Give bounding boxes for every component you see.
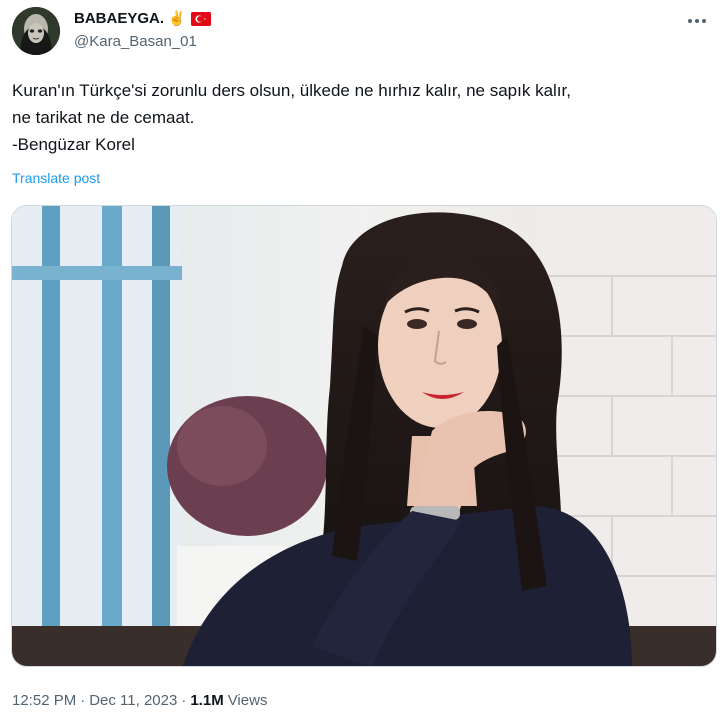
views-count: 1.1M (190, 692, 224, 709)
avatar[interactable] (12, 7, 60, 55)
author-name-row: BABAEYGA. ✌ (74, 10, 212, 27)
author-handle[interactable]: @Kara_Basan_01 (74, 33, 197, 50)
tweet-text-line: Kuran'ın Türkçe'si zorunlu ders olsun, ü… (12, 81, 571, 100)
translate-post-link[interactable]: Translate post (12, 170, 100, 186)
victory-hand-icon: ✌ (168, 10, 186, 26)
tweet-text: Kuran'ın Türkçe'si zorunlu ders olsun, ü… (12, 77, 717, 158)
tweet-photo[interactable] (11, 205, 717, 667)
more-horizontal-icon[interactable] (688, 14, 712, 28)
author-display-name[interactable]: BABAEYGA. (74, 10, 164, 27)
tweet-time[interactable]: 12:52 PM (12, 692, 76, 709)
meta-separator: · (80, 692, 86, 709)
tweet-text-line: -Bengüzar Korel (12, 135, 135, 154)
meta-separator: · (181, 692, 187, 709)
views-label: Views (227, 692, 268, 709)
tweet-text-line: ne tarikat ne de cemaat. (12, 108, 195, 127)
turkey-flag-icon (191, 11, 212, 26)
tweet-meta: 12:52 PM · Dec 11, 2023 · 1.1M Views (12, 692, 267, 709)
tweet-date[interactable]: Dec 11, 2023 (89, 692, 177, 709)
photo-illustration (12, 206, 716, 666)
